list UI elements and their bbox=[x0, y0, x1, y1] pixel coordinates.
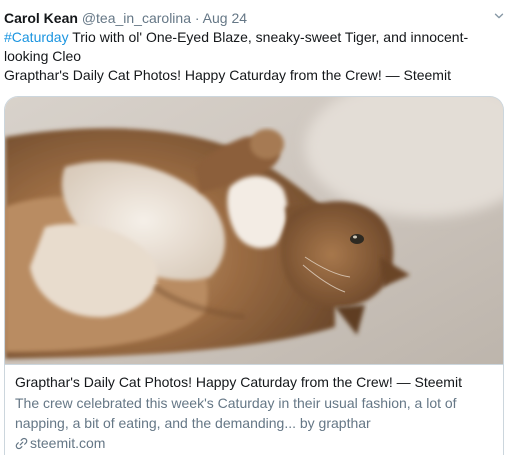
author-handle[interactable]: @tea_in_carolina bbox=[82, 10, 191, 26]
card-description: The crew celebrated this week's Caturday… bbox=[15, 395, 457, 431]
link-preview-card[interactable]: Grapthar's Daily Cat Photos! Happy Catur… bbox=[4, 96, 504, 455]
tweet-text-line2: Grapthar's Daily Cat Photos! Happy Catur… bbox=[4, 67, 451, 83]
card-body[interactable]: Grapthar's Daily Cat Photos! Happy Catur… bbox=[5, 364, 503, 455]
card-title[interactable]: Grapthar's Daily Cat Photos! Happy Catur… bbox=[15, 373, 495, 391]
hashtag-link[interactable]: #Caturday bbox=[4, 29, 69, 45]
tweet-header: Carol Kean @tea_in_carolina · Aug 24 bbox=[4, 8, 484, 28]
tweet: Carol Kean @tea_in_carolina · Aug 24 #Ca… bbox=[0, 0, 506, 455]
tweet-text: #Caturday Trio with ol' One-Eyed Blaze, … bbox=[4, 28, 500, 85]
author-name[interactable]: Carol Kean bbox=[4, 10, 78, 26]
card-domain[interactable]: steemit.com bbox=[15, 434, 495, 452]
tweet-date[interactable]: Aug 24 bbox=[203, 10, 247, 26]
link-icon bbox=[15, 437, 28, 450]
card-image[interactable] bbox=[5, 97, 504, 364]
tweet-text-body: Trio with ol' One-Eyed Blaze, sneaky-swe… bbox=[4, 29, 469, 64]
header-separator: · bbox=[194, 10, 200, 26]
chevron-down-icon[interactable] bbox=[493, 10, 505, 22]
card-domain-text[interactable]: steemit.com bbox=[30, 435, 105, 451]
